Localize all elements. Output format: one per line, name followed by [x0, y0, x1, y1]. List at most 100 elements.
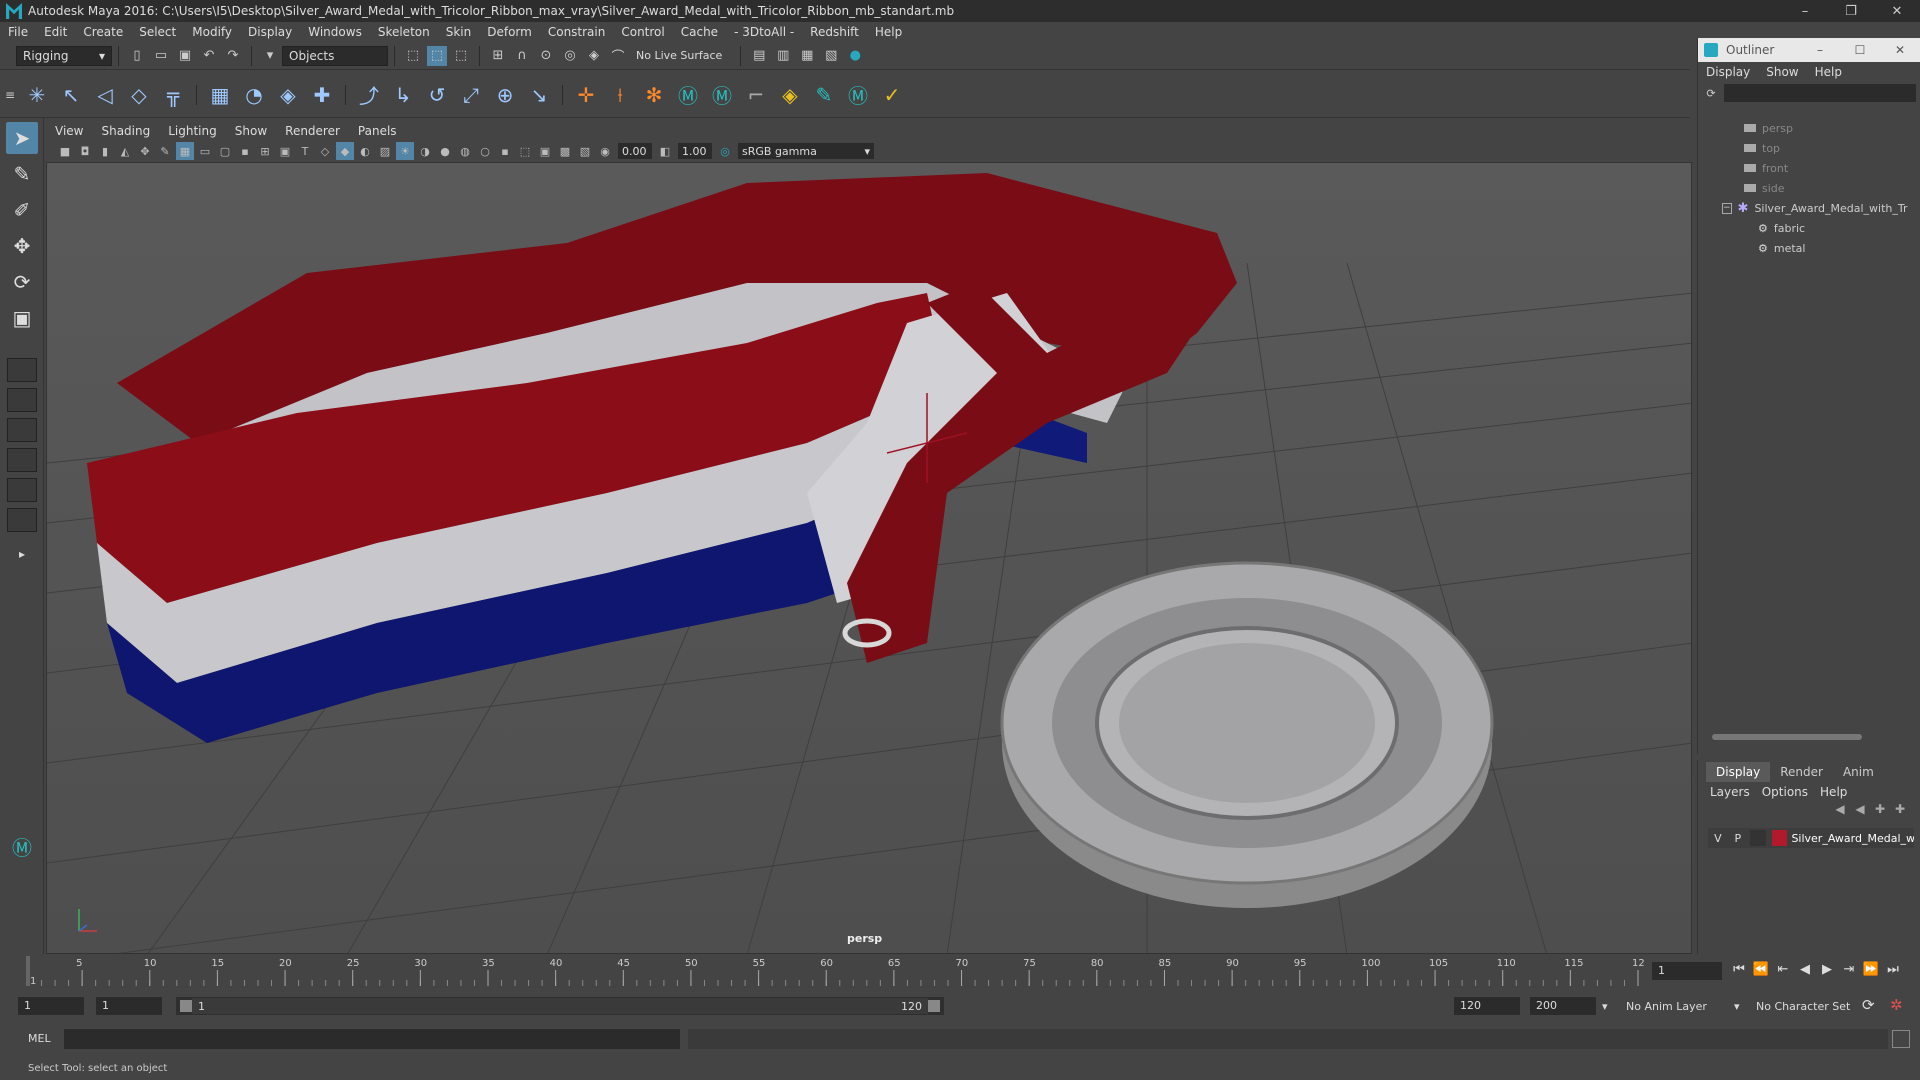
step-forward-frame-icon[interactable]: ⏩ — [1860, 962, 1882, 977]
select-object-icon[interactable]: ⬚ — [427, 45, 447, 66]
select-camera-icon[interactable]: ■ — [56, 142, 74, 160]
menu-modify[interactable]: Modify — [184, 25, 240, 39]
menu-redshift[interactable]: Redshift — [802, 25, 867, 39]
menu-help[interactable]: Help — [867, 25, 910, 39]
shadows-icon[interactable]: ◑ — [416, 142, 434, 160]
script-editor-icon[interactable] — [1892, 1030, 1910, 1048]
ipr-render-icon[interactable]: ▦ — [797, 46, 817, 66]
menu-skin[interactable]: Skin — [438, 25, 480, 39]
xray-components-icon[interactable]: ▧ — [576, 142, 594, 160]
outliner-item-medal-group[interactable]: − ✱ Silver_Award_Medal_with_Tri — [1702, 198, 1908, 218]
check-icon[interactable]: ✓ — [878, 81, 906, 109]
select-hierarchy-icon[interactable]: ⬚ — [403, 46, 423, 66]
parent-constraint-icon[interactable]: ⤴ — [355, 81, 383, 109]
scrollbar-thumb[interactable] — [1712, 734, 1862, 740]
minimize-button[interactable]: – — [1800, 38, 1840, 62]
3dtoall-settings-icon[interactable]: Ⓜ — [844, 81, 872, 109]
curve-icon[interactable]: ⌐ — [742, 81, 770, 109]
locator-icon[interactable]: ✛ — [572, 81, 600, 109]
3dtoall-icon[interactable]: Ⓜ — [674, 81, 702, 109]
2d-pan-zoom-icon[interactable]: ✥ — [136, 142, 154, 160]
render-settings-icon[interactable]: ▧ — [821, 46, 841, 66]
layer-row[interactable]: V P Silver_Award_Medal_w — [1708, 828, 1914, 848]
layer-visibility-toggle[interactable]: V — [1708, 832, 1728, 845]
point-constraint-icon[interactable]: ↳ — [389, 81, 417, 109]
time-slider[interactable]: 1 5 10 15 20 25 30 35 40 45 50 55 60 65 70 75 80 85 90 95 10… — [0, 954, 1920, 988]
chevron-down-icon[interactable]: ▾ — [260, 46, 280, 66]
move-tool-icon[interactable]: ✥ — [6, 230, 38, 262]
preferences-icon[interactable]: ✲ — [1890, 996, 1903, 1014]
close-button[interactable]: ✕ — [1874, 0, 1920, 22]
layer-playback-toggle[interactable]: P — [1728, 832, 1748, 845]
viewport-persp[interactable]: persp — [46, 162, 1692, 954]
snap-surface-icon[interactable]: ◈ — [584, 46, 604, 66]
use-all-lights-icon[interactable]: ☀ — [396, 142, 414, 160]
smooth-shade-icon[interactable]: ◆ — [336, 142, 354, 160]
ambient-occlusion-icon[interactable]: ● — [436, 142, 454, 160]
close-button[interactable]: ✕ — [1880, 38, 1920, 62]
film-gate-icon[interactable]: ▭ — [196, 142, 214, 160]
new-scene-icon[interactable]: ▯ — [127, 46, 147, 66]
animation-start-field[interactable]: 1 — [18, 997, 84, 1015]
mirror-joint-icon[interactable]: ╦ — [159, 81, 187, 109]
move-layer-down-icon[interactable]: ◀ — [1850, 802, 1870, 822]
motion-blur-icon[interactable]: ○ — [476, 142, 494, 160]
field-chart-icon[interactable]: ⊞ — [256, 142, 274, 160]
select-component-icon[interactable]: ⬚ — [451, 46, 471, 66]
particle-icon[interactable]: ✻ — [640, 81, 668, 109]
gamma-icon[interactable]: ◧ — [656, 142, 674, 160]
move-layer-up-icon[interactable]: ◀ — [1830, 802, 1850, 822]
new-layer-selected-icon[interactable]: ✚ — [1890, 802, 1910, 822]
bind-skin-icon[interactable]: ▦ — [206, 81, 234, 109]
layer-menu-layers[interactable]: Layers — [1704, 785, 1756, 799]
four-pane-layout-button[interactable] — [7, 388, 37, 412]
minimize-button[interactable]: – — [1782, 0, 1828, 22]
undo-icon[interactable]: ↶ — [199, 46, 219, 66]
playback-end-field[interactable]: 120 — [1454, 997, 1520, 1015]
joint-tool-icon[interactable]: ✳ — [23, 81, 51, 109]
panel-menu-show[interactable]: Show — [226, 124, 276, 138]
make-live-icon[interactable]: ⌒ — [608, 46, 628, 66]
menu-file[interactable]: File — [0, 25, 36, 39]
outliner-horizontal-scrollbar[interactable] — [1702, 732, 1908, 742]
selection-mode-dropdown[interactable]: Objects — [282, 45, 388, 66]
exposure-field[interactable]: 0.00 — [618, 143, 652, 159]
hypershade-icon[interactable]: ● — [845, 46, 865, 66]
restore-button[interactable]: ❐ — [1828, 0, 1874, 22]
panel-menu-view[interactable]: View — [46, 124, 92, 138]
playback-start-field[interactable]: 1 — [96, 997, 162, 1015]
menu-create[interactable]: Create — [75, 25, 131, 39]
chevron-down-icon[interactable]: ▾ — [1734, 1000, 1740, 1013]
textured-icon[interactable]: ▨ — [376, 142, 394, 160]
snap-point-icon[interactable]: ⊙ — [536, 46, 556, 66]
step-back-frame-icon[interactable]: ⏪ — [1750, 962, 1772, 977]
layer-display-type-toggle[interactable] — [1749, 830, 1766, 846]
ik-handle-icon[interactable]: ↖ — [57, 81, 85, 109]
maximize-button[interactable]: ☐ — [1840, 38, 1880, 62]
scale-tool-icon[interactable]: ▣ — [6, 302, 38, 334]
select-tool-icon[interactable]: ➤ — [6, 122, 38, 154]
go-to-end-icon[interactable]: ⏭ — [1882, 962, 1904, 977]
rotate-tool-icon[interactable]: ⟳ — [6, 266, 38, 298]
outliner-item-metal[interactable]: ⚙ metal — [1702, 238, 1908, 258]
outliner-vertical-scrollbar[interactable] — [1910, 118, 1918, 738]
go-to-start-icon[interactable]: ⏮ — [1728, 962, 1750, 977]
snap-view-icon[interactable]: ◎ — [560, 46, 580, 66]
tab-anim[interactable]: Anim — [1833, 762, 1884, 782]
outliner-search-input[interactable] — [1724, 84, 1916, 102]
xray-icon[interactable]: ▣ — [536, 142, 554, 160]
save-scene-icon[interactable]: ▣ — [175, 46, 195, 66]
menuset-dropdown[interactable]: Rigging ▾ — [16, 45, 112, 66]
wireframe-icon[interactable]: ◇ — [316, 142, 334, 160]
range-end-handle[interactable] — [928, 1000, 940, 1012]
anti-aliasing-icon[interactable]: ◍ — [456, 142, 474, 160]
pole-vector-icon[interactable]: ↘ — [525, 81, 553, 109]
redo-icon[interactable]: ↷ — [223, 46, 243, 66]
layer-menu-help[interactable]: Help — [1814, 785, 1853, 799]
depth-of-field-icon[interactable]: ▪ — [496, 142, 514, 160]
cluster-icon[interactable]: ✚ — [308, 81, 336, 109]
gamma-field[interactable]: 1.00 — [678, 143, 712, 159]
render-frame-icon[interactable]: ▥ — [773, 46, 793, 66]
outliner-item-fabric[interactable]: ⚙ fabric — [1702, 218, 1908, 238]
aim-constraint-icon[interactable]: ⊕ — [491, 81, 519, 109]
